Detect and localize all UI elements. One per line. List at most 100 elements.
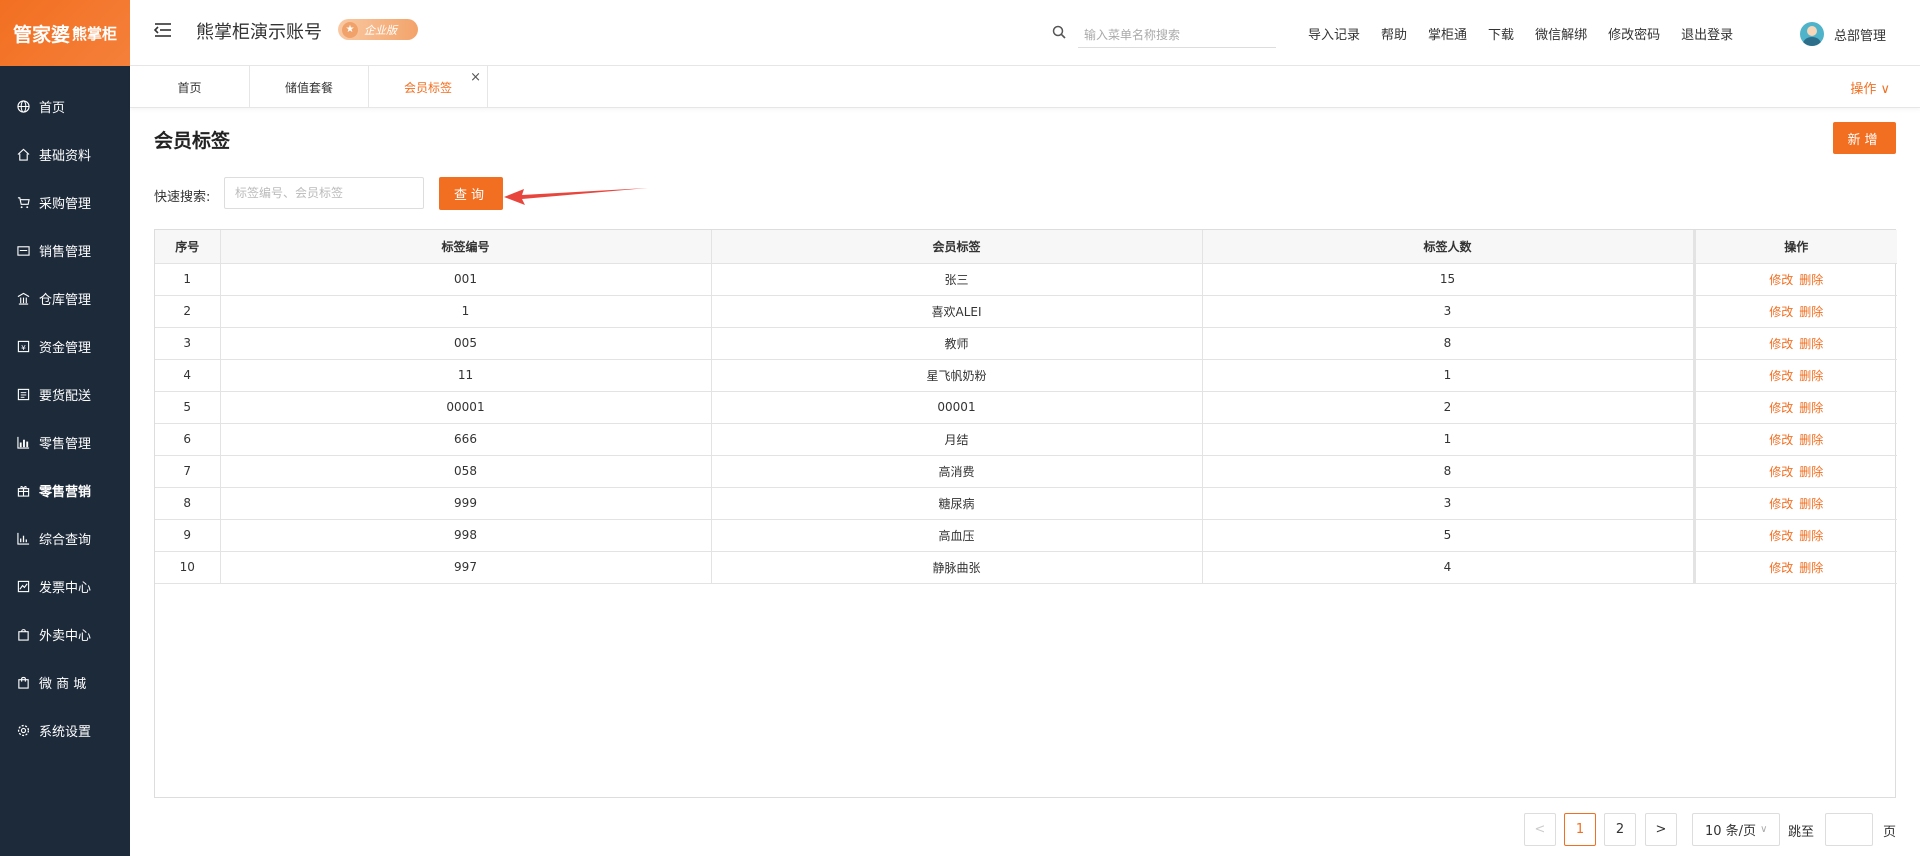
edit-link[interactable]: 修改 <box>1769 529 1793 543</box>
cell-index: 9 <box>155 519 221 552</box>
cell-tag-code: 058 <box>220 455 712 488</box>
tab-operations-dropdown[interactable]: 操作 ∨ <box>1850 78 1890 97</box>
link-download[interactable]: 下载 <box>1488 24 1514 43</box>
sidebar-item-1[interactable]: 基础资料 <box>0 130 130 178</box>
cell-index: 1 <box>155 263 221 296</box>
edition-badge-label: 企业版 <box>364 23 397 37</box>
chart-icon <box>16 435 30 449</box>
cell-actions: 修改 删除 <box>1692 487 1897 520</box>
delete-link[interactable]: 删除 <box>1799 401 1823 415</box>
tab-home[interactable]: 首页 <box>130 66 250 108</box>
edit-link[interactable]: 修改 <box>1769 561 1793 575</box>
query-button[interactable]: 查询 <box>439 177 503 210</box>
sidebar-item-3[interactable]: 销售管理 <box>0 226 130 274</box>
logo-main: 管家婆 <box>12 23 70 46</box>
sidebar-item-11[interactable]: 外卖中心 <box>0 610 130 658</box>
table-row: 5 00001 00001 2 修改 删除 <box>155 391 1897 424</box>
sidebar-item-4[interactable]: 仓库管理 <box>0 274 130 322</box>
link-zhanggui-tong[interactable]: 掌柜通 <box>1428 24 1467 43</box>
star-icon: ★ <box>342 21 358 38</box>
link-change-password[interactable]: 修改密码 <box>1608 24 1660 43</box>
sidebar-item-9[interactable]: 综合查询 <box>0 514 130 562</box>
delete-link[interactable]: 删除 <box>1799 465 1823 479</box>
gift-icon <box>16 483 30 497</box>
table-row: 6 666 月结 1 修改 删除 <box>155 423 1897 456</box>
table-header-row: 序号 标签编号 会员标签 标签人数 操作 <box>155 230 1897 264</box>
search-icon[interactable] <box>1052 25 1066 43</box>
link-import-records[interactable]: 导入记录 <box>1308 24 1360 43</box>
sidebar-item-label: 发票中心 <box>39 580 92 596</box>
close-icon[interactable]: × <box>470 70 481 85</box>
tab-member-tags[interactable]: 会员标签 × <box>369 66 488 108</box>
edit-link[interactable]: 修改 <box>1769 369 1793 383</box>
sidebar-item-label: 要货配送 <box>39 388 92 404</box>
edit-link[interactable]: 修改 <box>1769 305 1793 319</box>
page-size-select[interactable]: 10 条/页 ∨ <box>1692 813 1780 846</box>
delete-link[interactable]: 删除 <box>1799 497 1823 511</box>
cell-tag-code: 666 <box>220 423 712 456</box>
sidebar-item-12[interactable]: 微 商 城 <box>0 658 130 706</box>
sidebar-item-0[interactable]: 首页 <box>0 82 130 130</box>
link-help[interactable]: 帮助 <box>1381 24 1407 43</box>
tab-label: 会员标签 <box>403 80 452 95</box>
jump-page-input[interactable] <box>1825 813 1873 846</box>
cell-actions: 修改 删除 <box>1692 263 1897 296</box>
cell-member-tag: 高消费 <box>711 455 1203 488</box>
sidebar-item-label: 外卖中心 <box>39 628 92 644</box>
col-index: 序号 <box>155 230 221 264</box>
edit-link[interactable]: 修改 <box>1769 401 1793 415</box>
jump-suffix: 页 <box>1883 825 1897 840</box>
quick-search-label: 快速搜索: <box>154 190 211 205</box>
sidebar-item-10[interactable]: 发票中心 <box>0 562 130 610</box>
delete-link[interactable]: 删除 <box>1799 369 1823 383</box>
sidebar-item-label: 销售管理 <box>39 244 92 260</box>
brand-logo[interactable]: 管家婆 熊掌柜 <box>0 0 130 66</box>
sidebar-item-2[interactable]: 采购管理 <box>0 178 130 226</box>
delete-link[interactable]: 删除 <box>1799 305 1823 319</box>
menu-search-input[interactable] <box>1078 22 1276 48</box>
tab-stored-value[interactable]: 储值套餐 <box>250 66 369 108</box>
sidebar-item-13[interactable]: 系统设置 <box>0 706 130 754</box>
edit-link[interactable]: 修改 <box>1769 433 1793 447</box>
table-row: 4 11 星飞帆奶粉 1 修改 删除 <box>155 359 1897 392</box>
annotation-arrow <box>504 188 648 205</box>
edit-link[interactable]: 修改 <box>1769 273 1793 287</box>
page-2-button[interactable]: 2 <box>1604 813 1636 846</box>
cell-member-tag: 张三 <box>711 263 1203 296</box>
delete-link[interactable]: 删除 <box>1799 433 1823 447</box>
cell-index: 3 <box>155 327 221 360</box>
col-member-tag: 会员标签 <box>711 230 1203 264</box>
table-row: 1 001 张三 15 修改 删除 <box>155 263 1897 296</box>
link-wechat-unbind[interactable]: 微信解绑 <box>1535 24 1587 43</box>
cell-member-tag: 教师 <box>711 327 1203 360</box>
delete-link[interactable]: 删除 <box>1799 337 1823 351</box>
link-logout[interactable]: 退出登录 <box>1681 24 1733 43</box>
next-page-button[interactable]: > <box>1645 813 1677 846</box>
quick-search-input[interactable] <box>224 177 424 209</box>
page-1-button[interactable]: 1 <box>1564 813 1596 846</box>
delete-link[interactable]: 删除 <box>1799 529 1823 543</box>
shop-bag-icon <box>16 675 30 689</box>
sidebar-item-5[interactable]: ¥ 资金管理 <box>0 322 130 370</box>
menu-toggle-icon[interactable] <box>153 22 172 38</box>
page-tabs: 首页 储值套餐 会员标签 × 操作 ∨ <box>130 66 1920 108</box>
edit-link[interactable]: 修改 <box>1769 497 1793 511</box>
sidebar-item-8[interactable]: 零售营销 <box>0 466 130 514</box>
prev-page-button[interactable]: < <box>1524 813 1556 846</box>
sidebar-item-label: 采购管理 <box>39 196 92 212</box>
delete-link[interactable]: 删除 <box>1799 561 1823 575</box>
sidebar-item-7[interactable]: 零售管理 <box>0 418 130 466</box>
sidebar-item-label: 综合查询 <box>39 532 92 548</box>
trend-icon <box>16 579 30 593</box>
cell-member-tag: 喜欢ALEI <box>711 295 1203 328</box>
edit-link[interactable]: 修改 <box>1769 337 1793 351</box>
cell-tag-count: 4 <box>1202 551 1695 584</box>
col-tag-count: 标签人数 <box>1202 230 1695 264</box>
sidebar-item-6[interactable]: 要货配送 <box>0 370 130 418</box>
delete-link[interactable]: 删除 <box>1799 273 1823 287</box>
edit-link[interactable]: 修改 <box>1769 465 1793 479</box>
cell-index: 2 <box>155 295 221 328</box>
add-button[interactable]: 新增 <box>1833 122 1896 154</box>
user-menu[interactable]: 总部管理 <box>1800 22 1886 46</box>
col-tag-code: 标签编号 <box>220 230 712 264</box>
